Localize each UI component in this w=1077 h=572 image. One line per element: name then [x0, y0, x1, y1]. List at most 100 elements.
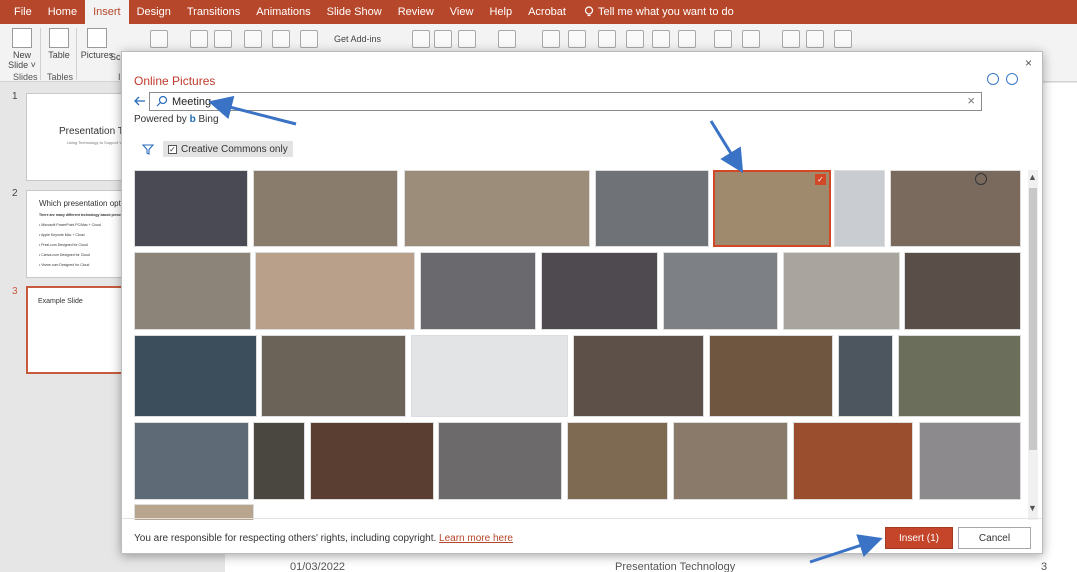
image-result[interactable]	[793, 422, 913, 500]
wordart-icon[interactable]	[598, 30, 616, 48]
table-icon	[49, 28, 69, 48]
learn-more-link[interactable]: Learn more here	[439, 533, 513, 544]
image-result[interactable]	[134, 252, 251, 330]
thumb-line: There are many different technology base…	[39, 213, 128, 217]
group-divider	[76, 28, 77, 80]
image-result[interactable]	[134, 422, 249, 500]
image-result[interactable]	[898, 335, 1021, 417]
get-addins-button[interactable]: Get Add-ins	[334, 34, 381, 44]
disclaimer-text: You are responsible for respecting other…	[134, 533, 437, 544]
text-box-icon[interactable]	[542, 30, 560, 48]
smile-icon[interactable]	[987, 73, 999, 85]
thumb-line: • Apple Keynote Mac + Cloud	[39, 233, 85, 237]
image-result[interactable]	[404, 170, 590, 247]
tab-design[interactable]: Design	[129, 0, 179, 24]
icons-icon[interactable]	[214, 30, 232, 48]
new-slide-icon	[12, 28, 32, 48]
image-result[interactable]	[134, 335, 257, 417]
image-result[interactable]	[890, 170, 1021, 247]
image-result[interactable]	[919, 422, 1021, 500]
new-slide-label: New Slide ˅	[8, 50, 36, 70]
search-input[interactable]	[172, 94, 952, 109]
video-icon[interactable]	[782, 30, 800, 48]
image-result[interactable]	[253, 422, 305, 500]
new-slide-button[interactable]: New Slide ˅	[6, 28, 38, 70]
tell-me-box[interactable]: Tell me what you want to do	[574, 6, 734, 18]
screen-recording-icon[interactable]	[834, 30, 852, 48]
image-result-selected[interactable]: ✓	[713, 170, 831, 247]
slide-number: 3	[12, 286, 18, 297]
date-time-icon[interactable]	[626, 30, 644, 48]
comment-icon[interactable]	[498, 30, 516, 48]
tab-transitions[interactable]: Transitions	[179, 0, 248, 24]
link-icon[interactable]	[412, 30, 430, 48]
image-result[interactable]	[541, 252, 658, 330]
symbol-icon[interactable]	[742, 30, 760, 48]
image-result[interactable]	[134, 170, 248, 247]
audio-icon[interactable]	[806, 30, 824, 48]
frown-icon[interactable]	[1006, 73, 1018, 85]
tab-animations[interactable]: Animations	[248, 0, 318, 24]
pictures-button[interactable]: Pictures	[80, 28, 114, 60]
filter-icon[interactable]	[142, 144, 154, 155]
zoom-icon[interactable]	[458, 30, 476, 48]
image-result[interactable]	[595, 170, 709, 247]
thumb-subtitle: Using Technology to Support Your	[67, 140, 128, 145]
image-result[interactable]	[420, 252, 536, 330]
image-result[interactable]	[673, 422, 788, 500]
tab-acrobat[interactable]: Acrobat	[520, 0, 574, 24]
image-result[interactable]	[834, 170, 885, 247]
table-label: Table	[48, 50, 70, 60]
image-result[interactable]	[663, 252, 778, 330]
image-result[interactable]	[567, 422, 668, 500]
slide-footer-date: 01/03/2022	[290, 561, 346, 572]
image-result[interactable]	[310, 422, 434, 500]
tables-group-label: Tables	[47, 72, 74, 82]
image-result[interactable]	[838, 335, 893, 417]
results-scrollbar[interactable]: ▲ ▼	[1028, 170, 1038, 520]
insert-button[interactable]: Insert (1)	[885, 527, 953, 549]
tab-view[interactable]: View	[442, 0, 482, 24]
image-result[interactable]	[253, 170, 398, 247]
image-result[interactable]	[438, 422, 562, 500]
header-footer-icon[interactable]	[568, 30, 586, 48]
tab-insert[interactable]: Insert	[85, 0, 129, 24]
tab-home[interactable]: Home	[40, 0, 85, 24]
image-result[interactable]	[411, 335, 568, 417]
loading-icon	[975, 173, 987, 185]
image-result[interactable]	[783, 252, 900, 330]
chart-icon[interactable]	[300, 30, 318, 48]
image-result[interactable]	[904, 252, 1021, 330]
lightbulb-icon	[584, 6, 594, 17]
image-result[interactable]	[709, 335, 833, 417]
close-icon[interactable]: ×	[1025, 56, 1032, 70]
object-icon[interactable]	[678, 30, 696, 48]
tab-slide-show[interactable]: Slide Show	[319, 0, 390, 24]
check-icon: ✓	[815, 174, 826, 185]
bing-logo: b Bing	[190, 114, 219, 125]
pictures-label: Pictures	[80, 50, 114, 60]
image-result[interactable]	[573, 335, 704, 417]
scrollbar-thumb[interactable]	[1029, 188, 1037, 450]
image-result[interactable]	[255, 252, 415, 330]
creative-commons-filter[interactable]: ✓ Creative Commons only	[163, 141, 293, 157]
scroll-down-icon[interactable]: ▼	[1028, 503, 1037, 513]
image-result[interactable]	[261, 335, 406, 417]
equation-icon[interactable]	[714, 30, 732, 48]
cancel-button[interactable]: Cancel	[958, 527, 1031, 549]
smartart-icon[interactable]	[272, 30, 290, 48]
back-arrow-icon[interactable]	[134, 95, 146, 107]
shapes-icon[interactable]	[190, 30, 208, 48]
check-icon[interactable]: ✓	[168, 144, 177, 154]
slide-number-icon[interactable]	[652, 30, 670, 48]
tab-help[interactable]: Help	[481, 0, 520, 24]
action-icon[interactable]	[434, 30, 452, 48]
powered-by-text: Powered by	[134, 114, 187, 125]
table-button[interactable]: Table	[44, 28, 74, 60]
scroll-up-icon[interactable]: ▲	[1028, 172, 1037, 182]
online-pictures-icon[interactable]	[150, 30, 168, 48]
tab-file[interactable]: File	[6, 0, 40, 24]
tab-review[interactable]: Review	[390, 0, 442, 24]
clear-search-icon[interactable]: ×	[967, 93, 975, 108]
3d-models-icon[interactable]	[244, 30, 262, 48]
